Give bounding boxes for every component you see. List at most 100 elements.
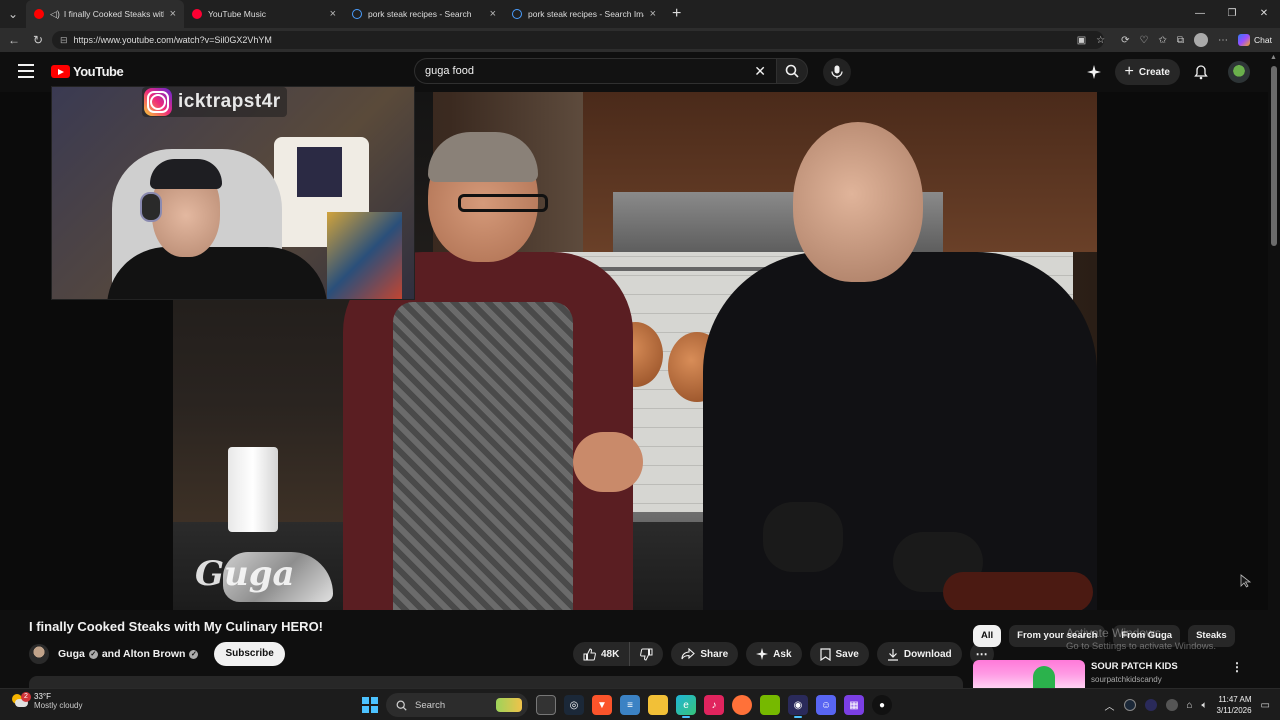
speaker-icon[interactable]: ◁) bbox=[50, 9, 60, 20]
search-highlight-icon bbox=[496, 698, 522, 712]
game-app-icon[interactable]: ● bbox=[872, 695, 892, 715]
favorite-star-icon[interactable]: ☆ bbox=[1096, 35, 1105, 46]
save-button[interactable]: Save bbox=[809, 642, 869, 666]
voice-search-button[interactable] bbox=[823, 58, 851, 86]
file-explorer-icon[interactable] bbox=[648, 695, 668, 715]
tab-close-icon[interactable]: × bbox=[170, 8, 176, 20]
channel-names[interactable]: Guga ✓ and Alton Brown ✓ bbox=[58, 648, 202, 660]
bookmark-icon bbox=[819, 647, 831, 661]
tab-youtube-music[interactable]: YouTube Music × bbox=[184, 0, 344, 28]
extensions-icon[interactable]: ⟳ bbox=[1121, 35, 1129, 46]
sparkle-icon[interactable] bbox=[1086, 65, 1101, 79]
instagram-icon bbox=[144, 88, 172, 116]
channel-name[interactable]: Guga bbox=[58, 648, 85, 660]
calculator-icon[interactable]: ▦ bbox=[844, 695, 864, 715]
windows-taskbar: 33°F Mostly cloudy Search ◎ ▼ ≡ e ♪ ◉ ☺ … bbox=[0, 688, 1280, 720]
verified-check-icon: ✓ bbox=[88, 649, 98, 659]
site-info-icon[interactable]: ⊟ bbox=[60, 35, 68, 46]
collaborator-name[interactable]: Alton Brown bbox=[123, 648, 185, 660]
dislike-button[interactable] bbox=[630, 642, 663, 666]
maximize-icon[interactable]: ❐ bbox=[1216, 0, 1248, 28]
notification-center-icon[interactable]: ▭ bbox=[1261, 700, 1270, 711]
favorites-icon[interactable]: ✩ bbox=[1159, 35, 1167, 46]
steam-icon[interactable]: ◎ bbox=[564, 695, 584, 715]
recommendation-title[interactable]: SOUR PATCH KIDS bbox=[1091, 661, 1178, 672]
network-icon[interactable]: ⌂ bbox=[1187, 700, 1193, 711]
recommendation-item[interactable]: SOUR PATCH KIDS sourpatchkidscandy ⋮ bbox=[973, 660, 1253, 688]
channel-avatar[interactable] bbox=[29, 644, 49, 664]
youtube-logo[interactable]: YouTube bbox=[51, 64, 124, 79]
collections-icon[interactable]: ⧉ bbox=[1177, 35, 1184, 46]
discord-icon[interactable]: ☺ bbox=[816, 695, 836, 715]
url-field[interactable]: ⊟ https://www.youtube.com/watch?v=Sil0GX… bbox=[52, 31, 1104, 49]
obs-icon[interactable]: ◉ bbox=[788, 695, 808, 718]
account-avatar[interactable] bbox=[1228, 61, 1250, 83]
search-button[interactable] bbox=[776, 58, 808, 84]
download-button[interactable]: Download bbox=[876, 642, 962, 666]
show-hidden-icons-icon[interactable]: ︿ bbox=[1105, 698, 1115, 713]
close-window-icon[interactable]: ✕ bbox=[1248, 0, 1280, 28]
taskbar-apps: Search ◎ ▼ ≡ e ♪ ◉ ☺ ▦ ● bbox=[362, 692, 892, 718]
scroll-thumb[interactable] bbox=[1271, 66, 1277, 246]
recommendation-more-icon[interactable]: ⋮ bbox=[1231, 660, 1243, 674]
browser-tab-strip: ⌄ ◁) I finally Cooked Steaks with My Cul… bbox=[0, 0, 1280, 28]
share-arrow-icon bbox=[681, 648, 696, 660]
minimize-icon[interactable]: — bbox=[1184, 0, 1216, 28]
notifications-bell-icon[interactable] bbox=[1194, 64, 1208, 80]
instagram-handle-tag: icktrapst4r bbox=[142, 87, 287, 117]
profile-avatar-icon[interactable] bbox=[1194, 33, 1209, 47]
brave-icon[interactable]: ▼ bbox=[592, 695, 612, 715]
more-menu-icon[interactable]: ⋯ bbox=[1218, 35, 1228, 46]
obs-tray-icon[interactable] bbox=[1144, 699, 1157, 711]
notepad-icon[interactable]: ≡ bbox=[620, 695, 640, 715]
create-button[interactable]: + Create bbox=[1114, 59, 1180, 85]
firefox-icon[interactable] bbox=[732, 695, 752, 715]
tab-close-icon[interactable]: × bbox=[490, 8, 496, 20]
edge-icon[interactable]: e bbox=[676, 695, 696, 718]
recommendation-thumbnail[interactable] bbox=[973, 660, 1085, 688]
youtube-play-logo-icon bbox=[51, 65, 70, 78]
task-view-icon[interactable] bbox=[536, 695, 556, 715]
menu-hamburger-icon[interactable] bbox=[18, 64, 34, 78]
new-tab-plus-icon[interactable]: + bbox=[672, 5, 681, 23]
paper-towel-roll bbox=[228, 447, 278, 532]
like-button[interactable]: 48K bbox=[573, 642, 631, 666]
browser-essentials-icon[interactable]: ♡ bbox=[1140, 35, 1149, 46]
search-input[interactable]: guga food ✕ bbox=[414, 58, 776, 84]
activate-windows-watermark: Activate Windows Go to Settings to activ… bbox=[1066, 626, 1216, 654]
steam-tray-icon[interactable] bbox=[1123, 699, 1136, 711]
scroll-up-arrow-icon[interactable]: ▲ bbox=[1270, 54, 1277, 61]
description-box[interactable] bbox=[29, 676, 963, 688]
clock[interactable]: 11:47 AM 3/11/2026 bbox=[1217, 694, 1252, 716]
refresh-icon[interactable]: ↻ bbox=[26, 33, 50, 47]
tab-list-chevron-icon[interactable]: ⌄ bbox=[0, 0, 26, 28]
clear-search-icon[interactable]: ✕ bbox=[754, 63, 766, 80]
recommendation-channel[interactable]: sourpatchkidscandy bbox=[1091, 675, 1162, 684]
page-scrollbar[interactable]: ▲ bbox=[1268, 52, 1280, 688]
tab-youtube-video[interactable]: ◁) I finally Cooked Steaks with My Culin… bbox=[26, 0, 184, 28]
tab-search-images[interactable]: pork steak recipes - Search Images × bbox=[504, 0, 664, 28]
youtube-music-favicon-icon bbox=[192, 9, 202, 19]
windows-start-icon[interactable] bbox=[362, 697, 378, 713]
tab-close-icon[interactable]: × bbox=[650, 8, 656, 20]
volume-icon[interactable]: 🔈︎ bbox=[1202, 700, 1208, 711]
ask-button[interactable]: Ask bbox=[746, 642, 802, 666]
taskbar-search-input[interactable]: Search bbox=[386, 693, 528, 717]
search-icon bbox=[396, 700, 407, 711]
copilot-chat-button[interactable]: Chat bbox=[1238, 34, 1272, 46]
nvidia-icon[interactable] bbox=[760, 695, 780, 715]
ask-label: Ask bbox=[773, 648, 792, 660]
back-arrow-icon[interactable]: ← bbox=[2, 33, 26, 47]
subscribe-button[interactable]: Subscribe bbox=[214, 642, 285, 666]
music-app-icon[interactable]: ♪ bbox=[704, 695, 724, 715]
share-button[interactable]: Share bbox=[671, 642, 739, 666]
instagram-handle: icktrapst4r bbox=[178, 91, 281, 112]
chip-all[interactable]: All bbox=[973, 625, 1002, 647]
copilot-icon bbox=[1238, 34, 1251, 46]
reader-view-icon[interactable]: ▣ bbox=[1077, 35, 1086, 46]
tab-close-icon[interactable]: × bbox=[330, 8, 336, 20]
poster bbox=[327, 212, 402, 299]
tab-search[interactable]: pork steak recipes - Search × bbox=[344, 0, 504, 28]
window-controls: — ❐ ✕ bbox=[1184, 0, 1280, 28]
tray-app-icon[interactable] bbox=[1165, 699, 1178, 711]
